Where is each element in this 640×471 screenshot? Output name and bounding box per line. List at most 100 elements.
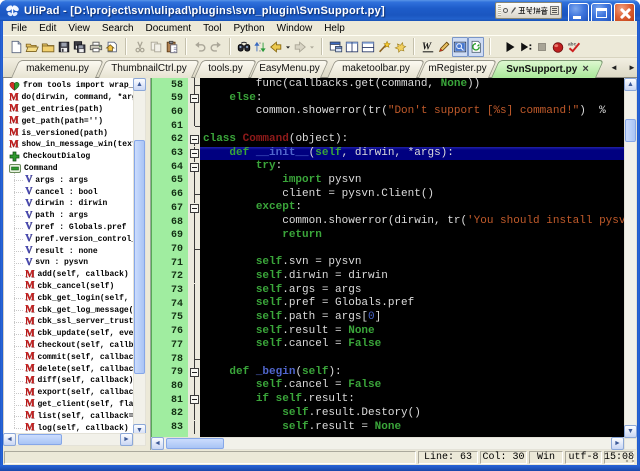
tree-icon-class-plus[interactable] xyxy=(9,151,20,162)
tree-item-Command[interactable]: Command xyxy=(4,163,133,175)
tree-item-add[interactable]: Madd(self, callback) xyxy=(4,269,133,281)
tree-item-result[interactable]: Vresult : none xyxy=(4,245,133,257)
toolbar-save-all-button[interactable] xyxy=(72,37,88,57)
toolbar-pen-edit-button[interactable] xyxy=(436,37,452,57)
toolbar-debug-button[interactable] xyxy=(550,37,566,57)
code-line-80[interactable]: self.cancel = False xyxy=(200,379,624,393)
toolbar-snippets-button[interactable] xyxy=(392,37,408,57)
scroll-down-arrow[interactable]: ▼ xyxy=(624,425,637,438)
toolbar-run-with-args-button[interactable] xyxy=(518,37,534,57)
menu-item-view[interactable]: View xyxy=(62,22,96,35)
code-line-74[interactable]: self.pref = Globals.pref xyxy=(200,297,624,311)
code-line-65[interactable]: import pysvn xyxy=(200,174,624,188)
code-line-66[interactable]: client = pysvn.Client() xyxy=(200,188,624,202)
toolbar-find-button[interactable] xyxy=(236,37,252,57)
tree-item-checkout[interactable]: Mcheckout(self, callba xyxy=(4,340,133,352)
menu-item-edit[interactable]: Edit xyxy=(33,22,62,35)
code-line-75[interactable]: self.path = args[0] xyxy=(200,311,624,325)
tab-scroll-left-arrow[interactable]: ◄ xyxy=(610,64,618,72)
code-line-61[interactable] xyxy=(200,119,624,133)
code-line-64[interactable]: try: xyxy=(200,160,624,174)
code-line-63-current[interactable]: def __init__(self, dirwin, *args): xyxy=(200,147,624,161)
scroll-left-arrow[interactable]: ◄ xyxy=(3,433,16,446)
scroll-thumb[interactable] xyxy=(134,140,145,374)
toolbar-copy-button[interactable] xyxy=(148,37,164,57)
tree-item-cbk_get_log_message[interactable]: Mcbk_get_log_message(s xyxy=(4,304,133,316)
tree-item-cancel[interactable]: Vcancel : bool xyxy=(4,186,133,198)
code-line-68[interactable]: common.showerror(dirwin, tr('You should … xyxy=(200,215,624,229)
menu-item-help[interactable]: Help xyxy=(318,22,351,35)
resize-grip[interactable] xyxy=(624,452,636,464)
toolbar-open-folder-button[interactable] xyxy=(40,37,56,57)
toolbar-undo-button[interactable] xyxy=(192,37,208,57)
code-editor[interactable]: func(callbacks.get(command, None)) else:… xyxy=(200,78,624,437)
tree-item-svn[interactable]: Vsvn : pysvn xyxy=(4,257,133,269)
toolbar-back-dropdown-button[interactable] xyxy=(284,37,292,57)
tree-item-show_in_message_win[interactable]: Mshow_in_message_win(text xyxy=(4,139,133,151)
code-line-59[interactable]: else: xyxy=(200,92,624,106)
scroll-thumb[interactable] xyxy=(166,438,224,449)
ime-language-bar[interactable] xyxy=(495,2,562,19)
toolbar-frame-windows-button[interactable] xyxy=(328,37,344,57)
tree-item-pref.version_control_[interactable]: Vpref.version_control_ xyxy=(4,233,133,245)
tree-item-cbk_update[interactable]: Mcbk_update(self, even xyxy=(4,328,133,340)
scroll-thumb[interactable] xyxy=(18,434,62,445)
scroll-up-arrow[interactable]: ▲ xyxy=(133,78,146,91)
code-line-76[interactable]: self.result = None xyxy=(200,325,624,339)
tree-item-export[interactable]: Mexport(self, callback xyxy=(4,387,133,399)
tree-item-args[interactable]: Vargs : args xyxy=(4,174,133,186)
tree-item-pref[interactable]: Vpref : Globals.pref xyxy=(4,222,133,234)
tab-scroll-right-arrow[interactable]: ► xyxy=(628,64,636,72)
menu-item-file[interactable]: File xyxy=(5,22,33,35)
code-line-73[interactable]: self.args = args xyxy=(200,284,624,298)
code-line-67[interactable]: except: xyxy=(200,201,624,215)
toolbar-print-button[interactable] xyxy=(88,37,104,57)
tab-tools-py[interactable]: tools.py xyxy=(198,60,253,78)
code-line-60[interactable]: common.showerror(tr("Don't support [%s] … xyxy=(200,105,624,119)
code-line-78[interactable] xyxy=(200,352,624,366)
menu-item-tool[interactable]: Tool xyxy=(197,22,227,35)
tree-item-delete[interactable]: Mdelete(self, callback xyxy=(4,363,133,375)
toolbar-export-html-button[interactable] xyxy=(104,37,120,57)
tab-maketoolbar-py[interactable]: maketoolbar.py xyxy=(331,60,421,78)
toolbar-go-back-button[interactable] xyxy=(268,37,284,57)
scroll-right-arrow[interactable]: ► xyxy=(611,437,624,450)
toolbar-stop-button[interactable] xyxy=(534,37,550,57)
editor-vertical-scrollbar[interactable]: ▲▼ xyxy=(624,78,637,438)
toolbar-go-forward-button[interactable] xyxy=(292,37,308,57)
code-line-69[interactable]: return xyxy=(200,229,624,243)
toolbar-split-vertical-button[interactable] xyxy=(344,37,360,57)
tree-item-from[interactable]: from tools import wrap_r xyxy=(4,80,133,92)
toolbar-save-button[interactable] xyxy=(56,37,72,57)
tree-item-get_client[interactable]: Mget_client(self, flag xyxy=(4,399,133,411)
tree-item-get_entries[interactable]: Mget_entries(path) xyxy=(4,104,133,116)
tree-item-is_versioned[interactable]: Mis_versioned(path) xyxy=(4,127,133,139)
fold-margin[interactable] xyxy=(188,78,200,437)
menu-item-document[interactable]: Document xyxy=(140,22,198,35)
code-line-82[interactable]: self.result.Destory() xyxy=(200,407,624,421)
tree-item-CheckoutDialog[interactable]: CheckoutDialog xyxy=(4,151,133,163)
tree-item-diff[interactable]: Mdiff(self, callback) xyxy=(4,375,133,387)
toolbar-find-replace-button[interactable] xyxy=(252,37,268,57)
toolbar-check-syntax-button[interactable]: abc xyxy=(566,37,582,57)
toolbar-view-image-button[interactable] xyxy=(452,37,468,57)
tree-item-commit[interactable]: Mcommit(self, callback xyxy=(4,351,133,363)
code-line-81[interactable]: if self.result: xyxy=(200,393,624,407)
tree-item-path[interactable]: Vpath : args xyxy=(4,210,133,222)
menu-item-search[interactable]: Search xyxy=(96,22,140,35)
code-line-58[interactable]: func(callbacks.get(command, None)) xyxy=(200,78,624,92)
toolbar-redo-button[interactable] xyxy=(208,37,224,57)
toolbar-open-file-button[interactable] xyxy=(24,37,40,57)
toolbar-split-horizontal-button[interactable] xyxy=(360,37,376,57)
tree-item-log[interactable]: Mlog(self, callback) xyxy=(4,422,133,433)
tree-item-cbk_ssl_server_trust_[interactable]: Mcbk_ssl_server_trust_ xyxy=(4,316,133,328)
toolbar-word-wrap-button[interactable]: W xyxy=(420,37,436,57)
tab-close-icon[interactable]: × xyxy=(582,63,588,75)
code-line-79[interactable]: def _begin(self): xyxy=(200,366,624,380)
scroll-right-arrow[interactable]: ► xyxy=(120,433,133,446)
tree-item-dirwin[interactable]: Vdirwin : dirwin xyxy=(4,198,133,210)
tab-mregister-py[interactable]: mRegister.py xyxy=(422,60,493,78)
code-line-83[interactable]: self.result = None xyxy=(200,421,624,435)
code-line-62[interactable]: class Command(object): xyxy=(200,133,624,147)
tree-item-list[interactable]: Mlist(self, callback=N xyxy=(4,410,133,422)
